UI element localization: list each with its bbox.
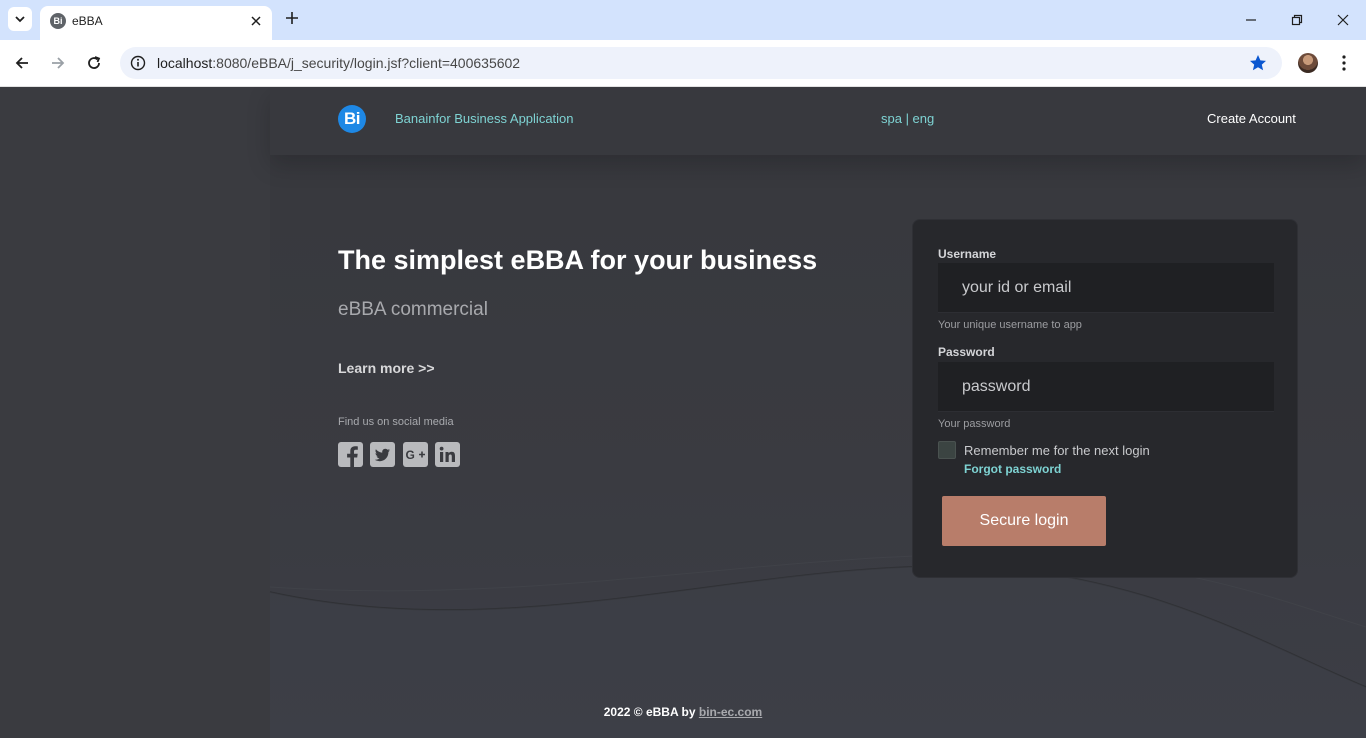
new-tab-button[interactable] xyxy=(282,8,302,28)
svg-text:G: G xyxy=(406,448,415,462)
url-host: localhost xyxy=(157,55,213,71)
footer-link[interactable]: bin-ec.com xyxy=(699,705,762,719)
login-card: Username Your unique username to app Pas… xyxy=(912,219,1298,578)
reload-button[interactable] xyxy=(82,51,106,75)
url-text[interactable]: localhost:8080/eBBA/j_security/login.jsf… xyxy=(157,55,520,71)
forward-button[interactable] xyxy=(46,51,70,75)
page-footer: 2022 © eBBA by bin-ec.com xyxy=(0,705,1366,719)
secure-login-button[interactable]: Secure login xyxy=(942,496,1106,546)
arrow-left-icon xyxy=(15,57,28,69)
remember-me-checkbox[interactable] xyxy=(938,441,956,459)
username-hint: Your unique username to app xyxy=(938,319,1082,331)
info-icon[interactable] xyxy=(130,55,146,71)
language-switch[interactable]: spa | eng xyxy=(881,111,934,126)
profile-avatar[interactable] xyxy=(1298,53,1318,73)
username-input[interactable] xyxy=(938,263,1274,313)
favicon-icon: Bi xyxy=(50,13,66,29)
restore-button[interactable] xyxy=(1282,8,1312,32)
social-media-label: Find us on social media xyxy=(338,416,454,428)
hero-subheadline: eBBA commercial xyxy=(338,299,488,320)
bi-logo[interactable]: Bi xyxy=(338,105,366,133)
address-bar[interactable]: localhost:8080/eBBA/j_security/login.jsf… xyxy=(120,47,1282,79)
plus-icon xyxy=(286,12,298,24)
forgot-password-link[interactable]: Forgot password xyxy=(964,462,1061,476)
app-name-link[interactable]: Banainfor Business Application xyxy=(395,111,574,126)
page-content: Bi Banainfor Business Application spa | … xyxy=(0,87,1366,738)
reload-icon xyxy=(88,56,101,69)
hero-headline: The simplest eBBA for your business xyxy=(338,245,818,275)
close-icon xyxy=(251,16,261,26)
tab-search-button[interactable] xyxy=(8,7,32,31)
twitter-icon[interactable] xyxy=(370,442,395,467)
bookmark-star-icon[interactable] xyxy=(1248,53,1268,73)
tab-close-button[interactable] xyxy=(248,13,264,29)
browser-tab[interactable]: Bi eBBA xyxy=(40,6,272,40)
remember-me-label[interactable]: Remember me for the next login xyxy=(964,443,1150,458)
restore-icon xyxy=(1291,14,1303,26)
minimize-button[interactable] xyxy=(1236,8,1266,32)
username-label: Username xyxy=(938,247,997,261)
back-button[interactable] xyxy=(10,51,34,75)
browser-tab-strip: Bi eBBA xyxy=(0,0,1366,40)
chevron-down-icon xyxy=(15,16,25,23)
footer-text: 2022 © eBBA by xyxy=(603,705,696,719)
kebab-menu-icon xyxy=(1342,55,1346,71)
browser-menu-button[interactable] xyxy=(1334,53,1354,73)
password-label: Password xyxy=(938,345,995,359)
close-window-button[interactable] xyxy=(1328,8,1358,32)
google-plus-icon[interactable]: G xyxy=(403,442,428,467)
url-path: :8080/eBBA/j_security/login.jsf?client=4… xyxy=(212,55,521,71)
create-account-link[interactable]: Create Account xyxy=(1207,111,1296,126)
learn-more-link[interactable]: Learn more >> xyxy=(338,360,435,376)
close-icon xyxy=(1337,14,1349,26)
arrow-right-icon xyxy=(52,57,65,69)
password-hint: Your password xyxy=(938,418,1011,430)
tab-title: eBBA xyxy=(72,14,103,28)
password-input[interactable] xyxy=(938,362,1274,412)
browser-toolbar: localhost:8080/eBBA/j_security/login.jsf… xyxy=(0,40,1366,87)
minimize-icon xyxy=(1246,19,1256,21)
linkedin-icon[interactable] xyxy=(435,442,460,467)
facebook-icon[interactable] xyxy=(338,442,363,467)
